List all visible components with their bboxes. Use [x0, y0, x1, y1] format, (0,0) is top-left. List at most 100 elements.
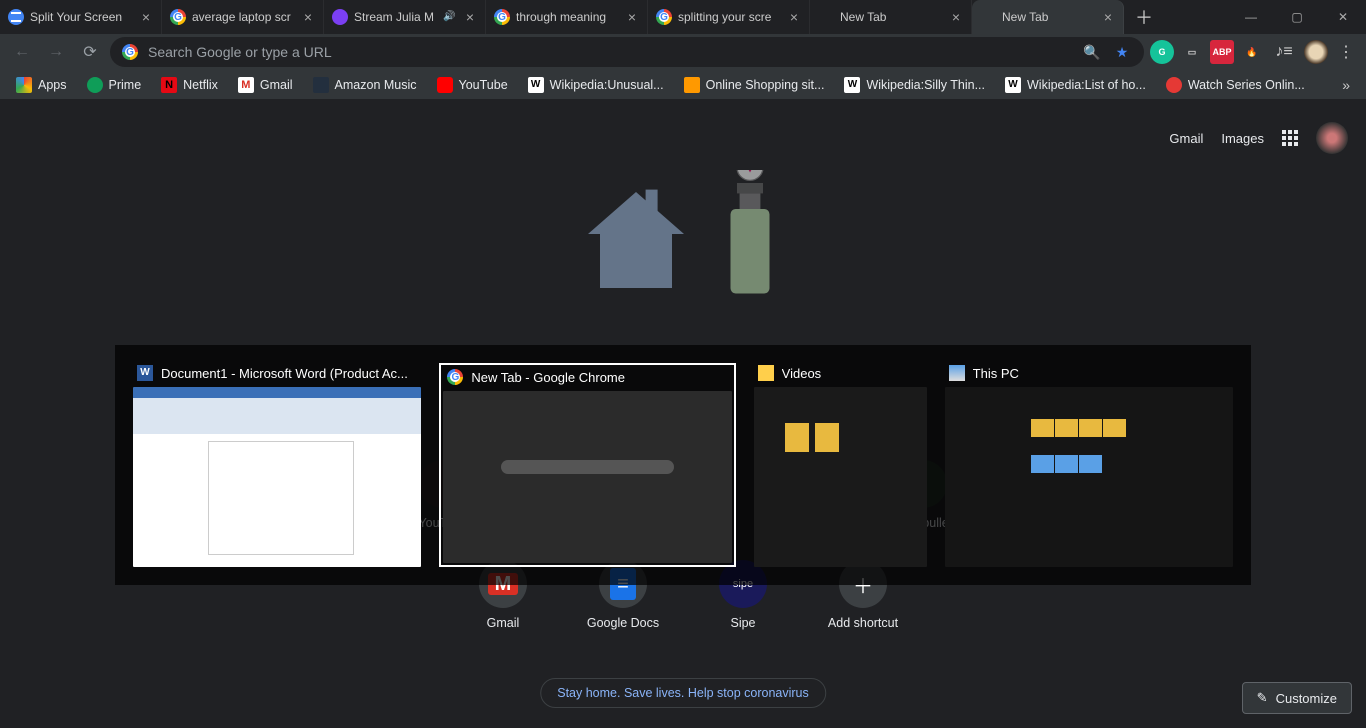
- close-icon[interactable]: ×: [139, 10, 153, 24]
- alt-tab-window-selected[interactable]: New Tab - Google Chrome: [439, 363, 735, 567]
- close-icon[interactable]: ×: [1101, 10, 1115, 24]
- profile-avatar[interactable]: [1304, 40, 1328, 64]
- tab-title: through meaning: [516, 10, 621, 24]
- alt-tab-thumbnail: [133, 387, 421, 567]
- google-icon: [122, 44, 138, 60]
- images-link[interactable]: Images: [1221, 131, 1264, 146]
- back-button[interactable]: ←: [8, 38, 36, 66]
- bookmark-label: Online Shopping sit...: [706, 78, 825, 92]
- bookmark-label: Apps: [38, 78, 67, 92]
- alt-tab-title: Document1 - Microsoft Word (Product Ac..…: [161, 366, 408, 381]
- wikipedia-icon: W: [1005, 77, 1021, 93]
- wikipedia-icon: W: [844, 77, 860, 93]
- tab-title: average laptop scr: [192, 10, 297, 24]
- watch-series-icon: [1166, 77, 1182, 93]
- media-controls-icon[interactable]: ♪≡: [1270, 38, 1298, 66]
- maximize-button[interactable]: ▢: [1274, 0, 1320, 34]
- gmail-link[interactable]: Gmail: [1169, 131, 1203, 146]
- audio-icon[interactable]: 🔊: [443, 11, 455, 23]
- youtube-icon: [437, 77, 453, 93]
- alt-tab-title: New Tab - Google Chrome: [471, 370, 625, 385]
- omnibox[interactable]: Search Google or type a URL 🔍 ★: [110, 37, 1144, 67]
- bookmark-item[interactable]: WWikipedia:Silly Thin...: [836, 73, 993, 97]
- prime-icon: [87, 77, 103, 93]
- tab-item[interactable]: Stream Julia M 🔊 ×: [324, 0, 486, 34]
- house-icon: [576, 180, 696, 300]
- minimize-button[interactable]: —: [1228, 0, 1274, 34]
- bookmark-item[interactable]: Watch Series Onlin...: [1158, 73, 1313, 97]
- bookmark-item[interactable]: Prime: [79, 73, 150, 97]
- tab-item[interactable]: average laptop scr ×: [162, 0, 324, 34]
- tab-item[interactable]: Split Your Screen ×: [0, 0, 162, 34]
- sanitizer-icon: ♥: [710, 170, 790, 300]
- tab-strip: Split Your Screen × average laptop scr ×…: [0, 0, 1366, 34]
- bookmark-item[interactable]: Amazon Music: [305, 73, 425, 97]
- alt-tab-window[interactable]: W Document1 - Microsoft Word (Product Ac…: [133, 363, 421, 567]
- tab-item-active[interactable]: New Tab ×: [972, 0, 1124, 34]
- customize-button[interactable]: ✎ Customize: [1242, 682, 1352, 714]
- newtab-content: Gmail Images ♥ YouTube Netflix WhatsApp …: [0, 100, 1366, 728]
- reader-mode-icon[interactable]: ▭: [1180, 40, 1204, 64]
- alt-tab-window[interactable]: Videos: [754, 363, 927, 567]
- bookmark-item[interactable]: Online Shopping sit...: [676, 73, 833, 97]
- customize-label: Customize: [1276, 691, 1337, 706]
- alt-tab-thumbnail: [945, 387, 1233, 567]
- tab-item[interactable]: New Tab ×: [810, 0, 972, 34]
- shortcut-label: Google Docs: [587, 616, 659, 630]
- tab-title: Split Your Screen: [30, 10, 135, 24]
- bookmark-label: Amazon Music: [335, 78, 417, 92]
- alt-tab-header: W Document1 - Microsoft Word (Product Ac…: [133, 363, 421, 387]
- shortcut-label: Sipe: [730, 616, 755, 630]
- alt-tab-header: This PC: [945, 363, 1233, 387]
- google-apps-icon[interactable]: [1282, 130, 1298, 146]
- alt-tab-title: This PC: [973, 366, 1019, 381]
- close-icon[interactable]: ×: [949, 10, 963, 24]
- google-doodle[interactable]: ♥: [576, 170, 790, 300]
- alt-tab-window[interactable]: This PC: [945, 363, 1233, 567]
- google-icon: [170, 9, 186, 25]
- tab-title: Stream Julia M: [354, 10, 443, 24]
- kebab-menu-icon[interactable]: ⋮: [1334, 42, 1358, 62]
- covid-banner[interactable]: Stay home. Save lives. Help stop coronav…: [540, 678, 826, 708]
- docs-icon: [8, 9, 24, 25]
- bookmark-label: Watch Series Onlin...: [1188, 78, 1305, 92]
- close-window-button[interactable]: ✕: [1320, 0, 1366, 34]
- forward-button[interactable]: →: [42, 38, 70, 66]
- abp-icon[interactable]: ABP: [1210, 40, 1234, 64]
- bookmark-label: Wikipedia:List of ho...: [1027, 78, 1146, 92]
- blank-icon: [818, 9, 834, 25]
- window-controls: — ▢ ✕: [1228, 0, 1366, 34]
- bookmark-label: Netflix: [183, 78, 218, 92]
- bookmark-star-icon[interactable]: ★: [1112, 44, 1132, 61]
- chrome-icon: [447, 369, 463, 385]
- soundcloud-icon: [332, 9, 348, 25]
- blank-icon: [980, 9, 996, 25]
- bookmarks-overflow-button[interactable]: »: [1334, 77, 1358, 93]
- alt-tab-header: Videos: [754, 363, 927, 387]
- close-icon[interactable]: ×: [301, 10, 315, 24]
- close-icon[interactable]: ×: [787, 10, 801, 24]
- extension-icon[interactable]: 🔥: [1240, 40, 1264, 64]
- close-icon[interactable]: ×: [625, 10, 639, 24]
- shortcut-label: Add shortcut: [828, 616, 898, 630]
- account-avatar[interactable]: [1316, 122, 1348, 154]
- this-pc-icon: [949, 365, 965, 381]
- omnibox-placeholder: Search Google or type a URL: [148, 44, 1072, 60]
- bookmark-item[interactable]: W Wikipedia:List of ho...: [997, 73, 1154, 97]
- gmail-icon: M: [238, 77, 254, 93]
- reload-button[interactable]: ⟳: [76, 38, 104, 66]
- close-icon[interactable]: ×: [463, 10, 477, 24]
- covid-text: Stay home. Save lives. Help stop coronav…: [557, 686, 809, 700]
- alt-tab-header: New Tab - Google Chrome: [443, 367, 731, 391]
- grammarly-icon[interactable]: G: [1150, 40, 1174, 64]
- search-icon[interactable]: 🔍: [1082, 44, 1102, 61]
- new-tab-button[interactable]: ＋: [1130, 3, 1158, 31]
- bookmark-apps[interactable]: Apps: [8, 73, 75, 97]
- tab-item[interactable]: through meaning ×: [486, 0, 648, 34]
- bookmark-item[interactable]: YouTube: [429, 73, 516, 97]
- tab-item[interactable]: splitting your scre ×: [648, 0, 810, 34]
- pencil-icon: ✎: [1257, 690, 1268, 706]
- bookmark-item[interactable]: NNetflix: [153, 73, 226, 97]
- bookmark-item[interactable]: MGmail: [230, 73, 301, 97]
- bookmark-item[interactable]: WWikipedia:Unusual...: [520, 73, 672, 97]
